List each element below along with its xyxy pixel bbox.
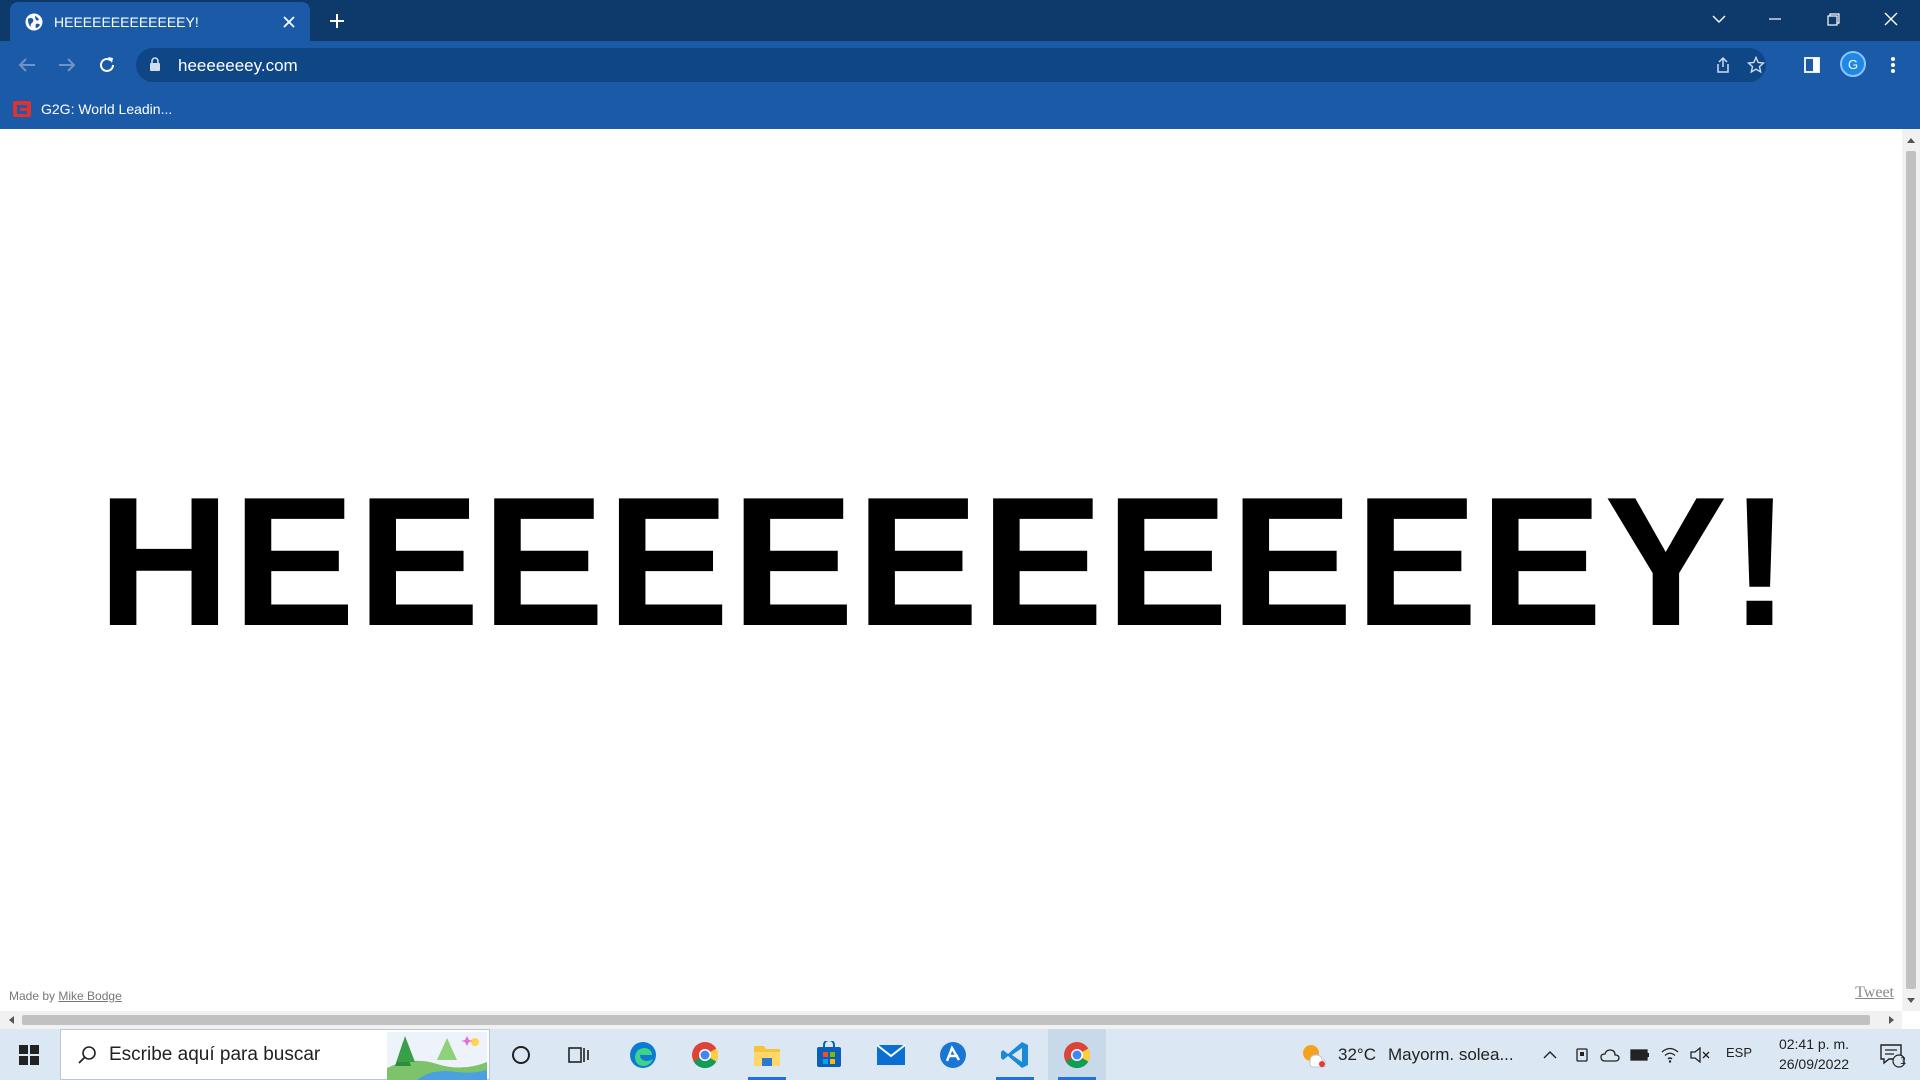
cortana-icon[interactable] bbox=[492, 1029, 550, 1080]
windows-taskbar: Escribe aquí para buscar 32°C Mayorm. so… bbox=[0, 1029, 1920, 1080]
url-text: heeeeeeey.com bbox=[178, 56, 298, 75]
reload-icon[interactable] bbox=[90, 48, 124, 82]
notification-count: 1 bbox=[1900, 1055, 1907, 1067]
search-icon bbox=[78, 1045, 96, 1064]
restore-icon[interactable] bbox=[1810, 0, 1856, 38]
close-icon[interactable] bbox=[276, 9, 302, 35]
tab-strip: HEEEEEEEEEEEEEY! bbox=[0, 0, 1920, 41]
vertical-scroll-thumb[interactable] bbox=[1906, 151, 1916, 989]
close-window-icon[interactable] bbox=[1868, 0, 1914, 38]
mail-icon[interactable] bbox=[862, 1029, 920, 1080]
minimize-icon[interactable] bbox=[1752, 0, 1798, 38]
edge-icon[interactable] bbox=[614, 1029, 672, 1080]
clock-date: 26/09/2022 bbox=[1778, 1056, 1850, 1072]
folder-icon[interactable] bbox=[738, 1029, 796, 1080]
browser-toolbar: heeeeeeey.com G bbox=[0, 41, 1920, 89]
clock-time: 02:41 p. m. bbox=[1778, 1036, 1850, 1052]
chevron-up-icon[interactable] bbox=[1538, 1043, 1562, 1067]
cloud-icon[interactable] bbox=[1598, 1043, 1622, 1067]
back-icon[interactable] bbox=[10, 48, 44, 82]
globe-icon bbox=[25, 13, 43, 30]
tab-title: HEEEEEEEEEEEEEY! bbox=[54, 13, 199, 30]
bookmark-label: G2G: World Leadin... bbox=[41, 101, 173, 117]
weather-icon bbox=[1303, 1044, 1327, 1067]
search-placeholder: Escribe aquí para buscar bbox=[109, 1043, 321, 1065]
task-view-icon[interactable] bbox=[550, 1029, 608, 1080]
weather-desc: Mayorm. solea... bbox=[1387, 1044, 1514, 1064]
forward-icon[interactable] bbox=[50, 48, 84, 82]
credit-line: Made by Mike Bodge bbox=[9, 989, 122, 1003]
author-link[interactable]: Mike Bodge bbox=[58, 989, 121, 1003]
credit-prefix: Made by bbox=[9, 989, 56, 1003]
store-icon[interactable] bbox=[800, 1029, 858, 1080]
language-indicator[interactable]: ESP bbox=[1726, 1045, 1752, 1060]
lock-icon[interactable] bbox=[149, 57, 161, 72]
battery-icon[interactable] bbox=[1628, 1043, 1652, 1067]
share-icon[interactable] bbox=[1706, 48, 1740, 82]
page-viewport: HEEEEEEEEEEEY! Made by Mike Bodge Tweet bbox=[0, 129, 1902, 1011]
menu-icon[interactable] bbox=[1876, 48, 1910, 82]
profile-avatar[interactable]: G bbox=[1840, 51, 1866, 77]
copilot-icon[interactable] bbox=[924, 1029, 982, 1080]
windows-icon[interactable] bbox=[0, 1029, 58, 1080]
bookmarks-bar: G2G: World Leadin... bbox=[0, 89, 1920, 129]
vertical-scrollbar[interactable] bbox=[1902, 129, 1920, 1011]
scroll-down-icon[interactable] bbox=[1904, 993, 1918, 1007]
side-panel-icon[interactable] bbox=[1795, 48, 1829, 82]
chrome-icon[interactable] bbox=[676, 1029, 734, 1080]
address-bar[interactable]: heeeeeeey.com bbox=[136, 48, 1766, 82]
wifi-icon[interactable] bbox=[1658, 1043, 1682, 1067]
scroll-right-icon[interactable] bbox=[1884, 1013, 1898, 1027]
horizontal-scroll-thumb[interactable] bbox=[22, 1015, 1870, 1025]
weather-temp: 32°C bbox=[1338, 1044, 1376, 1064]
chevron-down-icon[interactable] bbox=[1696, 0, 1742, 38]
page-headline: HEEEEEEEEEEEY! bbox=[97, 458, 1793, 664]
system-clock[interactable]: 02:41 p. m. 26/09/2022 bbox=[1764, 1034, 1864, 1074]
scroll-left-icon[interactable] bbox=[4, 1013, 18, 1027]
volume-mute-icon[interactable] bbox=[1688, 1043, 1712, 1067]
scroll-up-icon[interactable] bbox=[1904, 133, 1918, 147]
browser-tab[interactable]: HEEEEEEEEEEEEEY! bbox=[10, 2, 310, 41]
tweet-link[interactable]: Tweet bbox=[1855, 984, 1894, 1002]
weather-widget[interactable]: 32°C Mayorm. solea... bbox=[1300, 1029, 1514, 1080]
horizontal-scrollbar[interactable] bbox=[0, 1011, 1902, 1029]
chrome-active-icon[interactable] bbox=[1048, 1029, 1106, 1080]
notification-icon[interactable]: 1 bbox=[1864, 1029, 1920, 1080]
vscode-icon[interactable] bbox=[986, 1029, 1044, 1080]
plus-icon[interactable] bbox=[322, 6, 352, 36]
bookmark-g2g[interactable]: G2G: World Leadin... bbox=[12, 96, 180, 122]
landscape-illustration-icon bbox=[387, 1032, 487, 1080]
device-icon[interactable] bbox=[1570, 1043, 1594, 1067]
taskbar-search[interactable]: Escribe aquí para buscar bbox=[60, 1029, 490, 1080]
star-icon[interactable] bbox=[1739, 48, 1773, 82]
g2g-logo-icon bbox=[13, 101, 31, 117]
